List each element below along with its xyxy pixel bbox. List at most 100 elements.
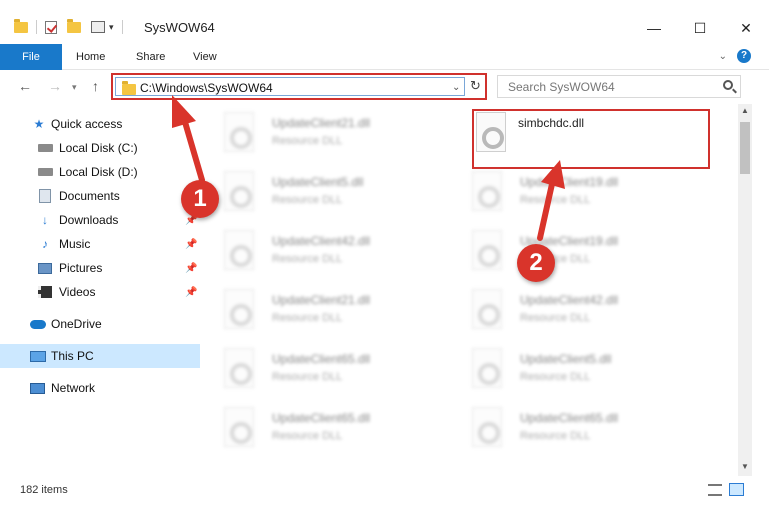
sidebar-item-onedrive[interactable]: OneDrive — [0, 312, 200, 336]
file-type: Resource DLL — [272, 371, 343, 383]
sidebar-item-label: Pictures — [59, 261, 103, 275]
file-name: UpdateClient19.dll — [520, 175, 619, 189]
vertical-scrollbar[interactable]: ▲ ▼ — [738, 104, 752, 476]
sidebar-item-label: OneDrive — [51, 317, 102, 331]
documents-icon — [39, 189, 51, 203]
sidebar-item-this-pc[interactable]: This PC — [0, 344, 200, 368]
tab-home[interactable]: Home — [76, 44, 105, 70]
pictures-icon — [38, 262, 52, 274]
folder-icon[interactable] — [14, 18, 28, 33]
quick-access-toolbar: ▾ — [14, 18, 127, 34]
pin-icon[interactable]: 📌 — [185, 287, 197, 298]
file-name: UpdateClient21.dll — [272, 116, 371, 130]
file-tile[interactable]: UpdateClient65.dll Resource DLL — [456, 403, 696, 461]
tab-share[interactable]: Share — [136, 44, 165, 70]
network-icon — [30, 382, 45, 394]
file-tile[interactable]: UpdateClient21.dll Resource DLL — [208, 108, 448, 166]
help-icon[interactable]: ? — [737, 49, 751, 63]
file-name: UpdateClient65.dll — [272, 352, 371, 366]
new-folder-icon[interactable] — [67, 18, 81, 33]
back-arrow-icon[interactable]: ← — [18, 78, 32, 94]
file-tile[interactable]: UpdateClient19.dll Resource DLL — [456, 167, 696, 225]
file-type: Resource DLL — [272, 253, 343, 265]
close-button[interactable]: ✕ — [723, 14, 769, 42]
expand-ribbon-chevron-icon[interactable]: ⌄ — [719, 51, 727, 62]
dll-file-icon — [472, 171, 502, 211]
address-bar-highlight: C:\Windows\SysWOW64 ⌄ ↻ — [111, 73, 487, 100]
file-name: UpdateClient42.dll — [520, 293, 619, 307]
search-icon[interactable] — [723, 80, 733, 90]
dll-file-icon — [224, 407, 254, 447]
title-bar: ▾ SysWOW64 — ☐ ✕ — [0, 0, 769, 44]
dll-file-icon — [472, 407, 502, 447]
sidebar-item-videos[interactable]: Videos 📌 — [0, 280, 200, 304]
music-icon: ♪ — [42, 237, 48, 251]
sidebar-item-downloads[interactable]: ↓ Downloads 📌 — [0, 208, 200, 232]
ribbon-tabs: File Home Share View ⌄ ? — [0, 44, 769, 70]
dll-file-icon — [472, 348, 502, 388]
sidebar-item-label: Downloads — [59, 213, 119, 227]
file-name: UpdateClient21.dll — [272, 293, 371, 307]
address-folder-icon — [122, 81, 136, 95]
sidebar-item-documents[interactable]: Documents 📌 — [0, 184, 200, 208]
search-input[interactable]: Search SysWOW64 — [508, 80, 615, 94]
tab-view[interactable]: View — [193, 44, 217, 70]
navigation-pane: ★ Quick access Local Disk (C:) Local Dis… — [0, 104, 200, 476]
disk-icon — [38, 168, 53, 176]
status-bar: 182 items — [0, 478, 769, 510]
file-type: Resource DLL — [272, 194, 343, 206]
item-count: 182 items — [20, 484, 68, 496]
sidebar-item-quick-access[interactable]: ★ Quick access — [0, 112, 200, 136]
file-list: UpdateClient21.dll Resource DLL UpdateCl… — [208, 104, 738, 476]
pin-icon[interactable]: 📌 — [185, 263, 197, 274]
file-tile[interactable]: UpdateClient21.dll Resource DLL — [208, 285, 448, 343]
sidebar-item-network[interactable]: Network — [0, 376, 200, 400]
refresh-icon[interactable]: ↻ — [470, 78, 481, 94]
view-properties-icon[interactable] — [91, 21, 105, 33]
sidebar-item-label: Local Disk (C:) — [59, 141, 138, 155]
sidebar-item-label: Quick access — [51, 117, 123, 131]
customize-toolbar-chevron-icon[interactable]: ▾ — [109, 22, 114, 33]
file-tile[interactable]: UpdateClient5.dll Resource DLL — [456, 344, 696, 402]
pin-icon[interactable]: 📌 — [185, 239, 197, 250]
tab-file[interactable]: File — [0, 44, 62, 70]
large-icons-view-icon[interactable] — [729, 483, 744, 496]
address-dropdown-chevron-icon[interactable]: ⌄ — [452, 82, 460, 93]
file-tile[interactable]: UpdateClient42.dll Resource DLL — [208, 226, 448, 284]
dll-file-icon — [224, 171, 254, 211]
sidebar-item-local-disk-d[interactable]: Local Disk (D:) — [0, 160, 200, 184]
file-tile[interactable]: UpdateClient65.dll Resource DLL — [208, 344, 448, 402]
dll-file-icon — [224, 289, 254, 329]
file-type: Resource DLL — [520, 312, 591, 324]
properties-check-icon[interactable] — [45, 20, 57, 34]
window-controls: — ☐ ✕ — [631, 14, 769, 42]
file-tile[interactable]: UpdateClient5.dll Resource DLL — [208, 167, 448, 225]
file-tile-simbchdc[interactable]: simbchdc.dll — [470, 104, 710, 162]
file-tile[interactable]: UpdateClient42.dll Resource DLL — [456, 285, 696, 343]
file-type: Resource DLL — [272, 135, 343, 147]
search-box[interactable]: Search SysWOW64 — [497, 75, 741, 98]
scroll-up-arrow-icon[interactable]: ▲ — [738, 106, 752, 118]
address-bar[interactable]: C:\Windows\SysWOW64 ⌄ — [115, 77, 465, 96]
sidebar-item-local-disk-c[interactable]: Local Disk (C:) — [0, 136, 200, 160]
sidebar-item-music[interactable]: ♪ Music 📌 — [0, 232, 200, 256]
step-2-badge: 2 — [517, 244, 555, 282]
this-pc-icon — [30, 350, 46, 362]
dll-file-icon — [476, 112, 506, 152]
maximize-button[interactable]: ☐ — [677, 14, 723, 42]
recent-locations-chevron-icon[interactable]: ▾ — [72, 82, 77, 93]
dll-file-icon — [224, 230, 254, 270]
file-tile[interactable]: UpdateClient65.dll Resource DLL — [208, 403, 448, 461]
dll-file-icon — [224, 112, 254, 152]
forward-arrow-icon[interactable]: → — [48, 78, 62, 94]
file-type: Resource DLL — [272, 312, 343, 324]
address-path[interactable]: C:\Windows\SysWOW64 — [140, 81, 273, 95]
sidebar-item-pictures[interactable]: Pictures 📌 — [0, 256, 200, 280]
details-view-icon[interactable] — [708, 484, 722, 496]
scroll-down-arrow-icon[interactable]: ▼ — [738, 462, 752, 474]
minimize-button[interactable]: — — [631, 14, 677, 42]
scroll-thumb[interactable] — [740, 122, 750, 174]
dll-file-icon — [472, 289, 502, 329]
file-tile[interactable]: UpdateClient19.dll Resource DLL — [456, 226, 696, 284]
up-arrow-icon[interactable]: ↑ — [92, 78, 99, 94]
